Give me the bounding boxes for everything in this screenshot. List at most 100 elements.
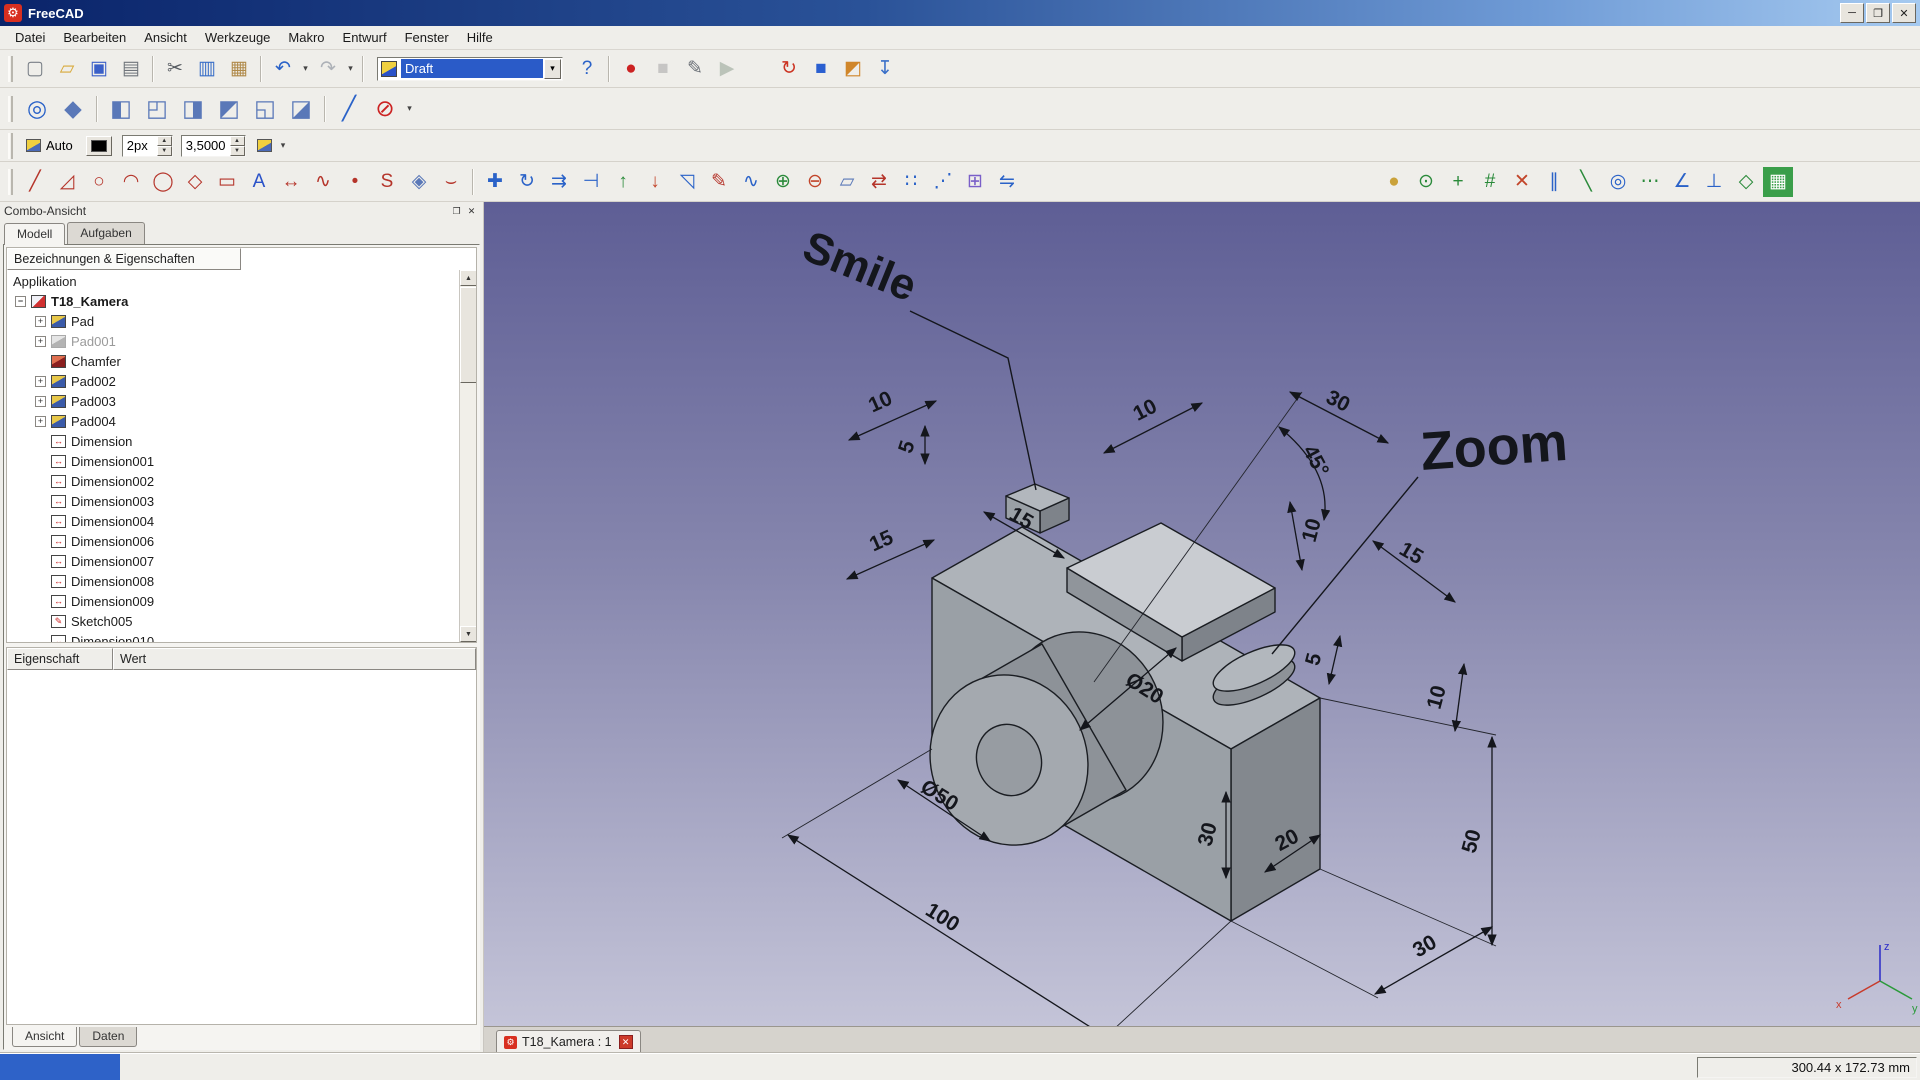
- view-dropdown-caret[interactable]: ▾: [403, 94, 416, 124]
- smile-annotation[interactable]: Smile: [796, 222, 923, 311]
- tree-item-dimension002[interactable]: Dimension002: [7, 471, 476, 491]
- panel-float-button[interactable]: ❐: [449, 204, 464, 218]
- tab-modell[interactable]: Modell: [4, 223, 66, 245]
- snap-extension-icon[interactable]: ╲: [1571, 167, 1601, 197]
- close-button[interactable]: ✕: [1892, 3, 1916, 23]
- 3d-viewport[interactable]: Smile Zoom 10 5 15 15 10 30 45° 10 15 Ø20 Ø50 30 20 5…: [484, 202, 1920, 1026]
- redo-dropdown-caret[interactable]: ▾: [344, 54, 357, 84]
- snap-endpoint-icon[interactable]: ⊙: [1411, 167, 1441, 197]
- open-file-icon[interactable]: ▱: [52, 54, 82, 84]
- draft-to-sketch-icon[interactable]: ⇄: [864, 167, 894, 197]
- shape2dview-icon[interactable]: ▱: [832, 167, 862, 197]
- draft-shapestring-icon[interactable]: S: [372, 167, 402, 197]
- snap-midpoint-icon[interactable]: +: [1443, 167, 1473, 197]
- menu-makro[interactable]: Makro: [279, 27, 333, 48]
- dimension-annotation[interactable]: 45°: [1278, 426, 1333, 522]
- dimension-annotation[interactable]: 10: [1102, 395, 1204, 454]
- dimension-annotation[interactable]: 10: [847, 387, 938, 441]
- whats-this-icon[interactable]: ?: [572, 54, 602, 84]
- menu-hilfe[interactable]: Hilfe: [458, 27, 502, 48]
- material-icon[interactable]: ◩: [838, 54, 868, 84]
- clone-icon[interactable]: ⊞: [960, 167, 990, 197]
- autogroup-button[interactable]: ▾: [250, 134, 297, 158]
- draft-polygon-icon[interactable]: ◇: [180, 167, 210, 197]
- macro-record-icon[interactable]: ●: [616, 54, 646, 84]
- scrollbar-down-button[interactable]: ▼: [460, 626, 476, 642]
- scrollbar-thumb[interactable]: [460, 287, 476, 383]
- undo-icon[interactable]: ↶: [268, 54, 298, 84]
- dimension-annotation[interactable]: 30: [1288, 386, 1390, 444]
- dimension-annotation[interactable]: 100: [787, 834, 1107, 1026]
- add-point-icon[interactable]: ⊕: [768, 167, 798, 197]
- macro-play-icon[interactable]: ▶: [712, 54, 742, 84]
- downgrade-icon[interactable]: ↓: [640, 167, 670, 197]
- property-column-header[interactable]: Eigenschaft: [7, 648, 113, 670]
- toolbar-grip[interactable]: [8, 168, 13, 195]
- tree-expander-icon[interactable]: +: [35, 415, 46, 427]
- tree-item-dimension004[interactable]: Dimension004: [7, 511, 476, 531]
- cut-icon[interactable]: ✂: [160, 54, 190, 84]
- tab-daten[interactable]: Daten: [79, 1027, 138, 1047]
- draft-wire-icon[interactable]: ◿: [52, 167, 82, 197]
- draft-circle-icon[interactable]: ○: [84, 167, 114, 197]
- left-view-icon[interactable]: ◪: [284, 92, 318, 126]
- wire-to-bspline-icon[interactable]: ∿: [736, 167, 766, 197]
- tree-item-pad004[interactable]: + Pad004: [7, 411, 476, 431]
- delete-point-icon[interactable]: ⊖: [800, 167, 830, 197]
- print-icon[interactable]: ▤: [116, 54, 146, 84]
- draft-dimension-icon[interactable]: ↔: [276, 167, 306, 197]
- toggle-grid-icon[interactable]: ▦: [1763, 166, 1793, 197]
- snap-ortho-icon[interactable]: ◇: [1731, 167, 1761, 197]
- tree-item-pad003[interactable]: + Pad003: [7, 391, 476, 411]
- copy-icon[interactable]: ▥: [192, 54, 222, 84]
- rotate-icon[interactable]: ↻: [512, 167, 542, 197]
- menu-ansicht[interactable]: Ansicht: [135, 27, 196, 48]
- tree-item-dimension003[interactable]: Dimension003: [7, 491, 476, 511]
- line-width-down-button[interactable]: ▼: [156, 145, 172, 156]
- tree-item-dimension010[interactable]: Dimension010: [7, 631, 476, 642]
- text-scale-spinner[interactable]: 3,5000 ▲ ▼: [180, 134, 246, 157]
- stamp-export-icon[interactable]: ↧: [870, 54, 900, 84]
- toolbar-grip[interactable]: [8, 95, 13, 122]
- top-view-icon[interactable]: ◰: [140, 92, 174, 126]
- menu-entwurf[interactable]: Entwurf: [334, 27, 396, 48]
- draft-rectangle-icon[interactable]: ▭: [212, 167, 242, 197]
- minimize-button[interactable]: ─: [1840, 3, 1864, 23]
- snap-lock-icon[interactable]: ●: [1379, 167, 1409, 197]
- macro-stop-icon[interactable]: ■: [648, 54, 678, 84]
- mirror-icon[interactable]: ⇋: [992, 167, 1022, 197]
- undo-dropdown-caret[interactable]: ▾: [299, 54, 312, 84]
- array-icon[interactable]: ∷: [896, 167, 926, 197]
- tree-item-t18-kamera[interactable]: − T18_Kamera: [7, 291, 476, 311]
- dimension-annotation[interactable]: 5: [1301, 634, 1343, 686]
- save-icon[interactable]: ▣: [84, 54, 114, 84]
- document-tab-close-icon[interactable]: ✕: [618, 1035, 633, 1049]
- panel-close-button[interactable]: ✕: [464, 204, 479, 218]
- tree-item-dimension006[interactable]: Dimension006: [7, 531, 476, 551]
- move-icon[interactable]: ✚: [480, 167, 510, 197]
- tree-item-dimension001[interactable]: Dimension001: [7, 451, 476, 471]
- dimension-annotation[interactable]: 15: [1372, 538, 1456, 603]
- tab-ansicht[interactable]: Ansicht: [12, 1027, 78, 1047]
- offset-icon[interactable]: ⇉: [544, 167, 574, 197]
- tab-aufgaben[interactable]: Aufgaben: [67, 222, 145, 244]
- snap-near-icon[interactable]: ⋯: [1635, 167, 1665, 197]
- macro-edit-icon[interactable]: ✎: [680, 54, 710, 84]
- workbench-selector[interactable]: Draft ▾: [377, 56, 563, 81]
- tree-item-pad002[interactable]: + Pad002: [7, 371, 476, 391]
- value-column-header[interactable]: Wert: [113, 648, 476, 670]
- dimension-annotation[interactable]: 15: [845, 526, 936, 580]
- working-plane-button[interactable]: Auto: [19, 134, 80, 158]
- right-view-icon[interactable]: ◨: [176, 92, 210, 126]
- draft-facebinder-icon[interactable]: ◈: [404, 167, 434, 197]
- scale-icon[interactable]: ◹: [672, 167, 702, 197]
- path-array-icon[interactable]: ⋰: [928, 167, 958, 197]
- tree-item-dimension007[interactable]: Dimension007: [7, 551, 476, 571]
- paste-icon[interactable]: ▦: [224, 54, 254, 84]
- tree-expander-icon[interactable]: +: [35, 335, 46, 347]
- tree-item-pad001[interactable]: + Pad001: [7, 331, 476, 351]
- bottom-view-icon[interactable]: ◱: [248, 92, 282, 126]
- snap-angle-icon[interactable]: ∠: [1667, 167, 1697, 197]
- tree-item-sketch005[interactable]: Sketch005: [7, 611, 476, 631]
- tree-scrollbar[interactable]: ▲ ▼: [459, 270, 476, 642]
